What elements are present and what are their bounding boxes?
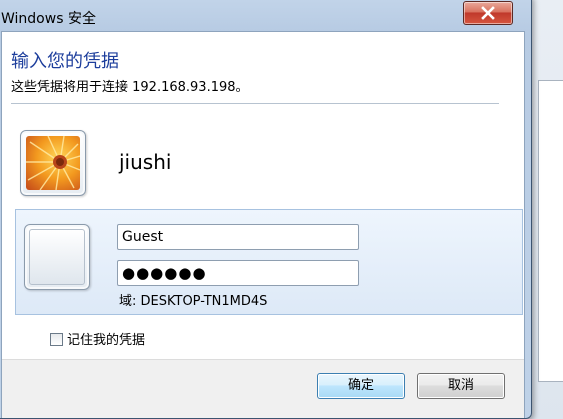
window-title: Windows 安全 <box>1 11 96 27</box>
close-button[interactable] <box>463 1 513 25</box>
remember-credentials[interactable]: 记住我的凭据 <box>50 329 145 348</box>
ok-button[interactable]: 确定 <box>317 373 405 399</box>
new-user-tile <box>24 224 90 290</box>
saved-user-name[interactable]: jiushi <box>119 150 171 174</box>
password-field[interactable]: ●●●●●● <box>117 260 359 286</box>
remember-checkbox[interactable] <box>50 333 63 346</box>
username-field[interactable]: Guest <box>117 224 359 250</box>
close-icon <box>481 6 495 20</box>
dialog-subtext: 这些凭据将用于连接 192.168.93.198。 <box>11 80 249 95</box>
background-window-panel <box>538 80 563 382</box>
button-footer: 确定 取消 <box>2 359 524 418</box>
dialog-body: 输入您的凭据 这些凭据将用于连接 192.168.93.198。 jiushi … <box>1 31 525 418</box>
saved-user-tile[interactable] <box>20 130 86 196</box>
blank-user-icon <box>29 229 85 285</box>
separator <box>11 103 499 104</box>
cancel-button[interactable]: 取消 <box>417 373 505 399</box>
domain-label: 域: DESKTOP-TN1MD4S <box>119 294 268 309</box>
dialog-heading: 输入您的凭据 <box>11 51 119 72</box>
flower-avatar-icon <box>26 136 80 190</box>
credentials-dialog: Windows 安全 输入您的凭据 这些凭据将用于连接 192.168.93.1… <box>0 0 532 419</box>
title-bar[interactable]: Windows 安全 <box>0 0 531 31</box>
remember-label: 记住我的凭据 <box>67 333 146 348</box>
